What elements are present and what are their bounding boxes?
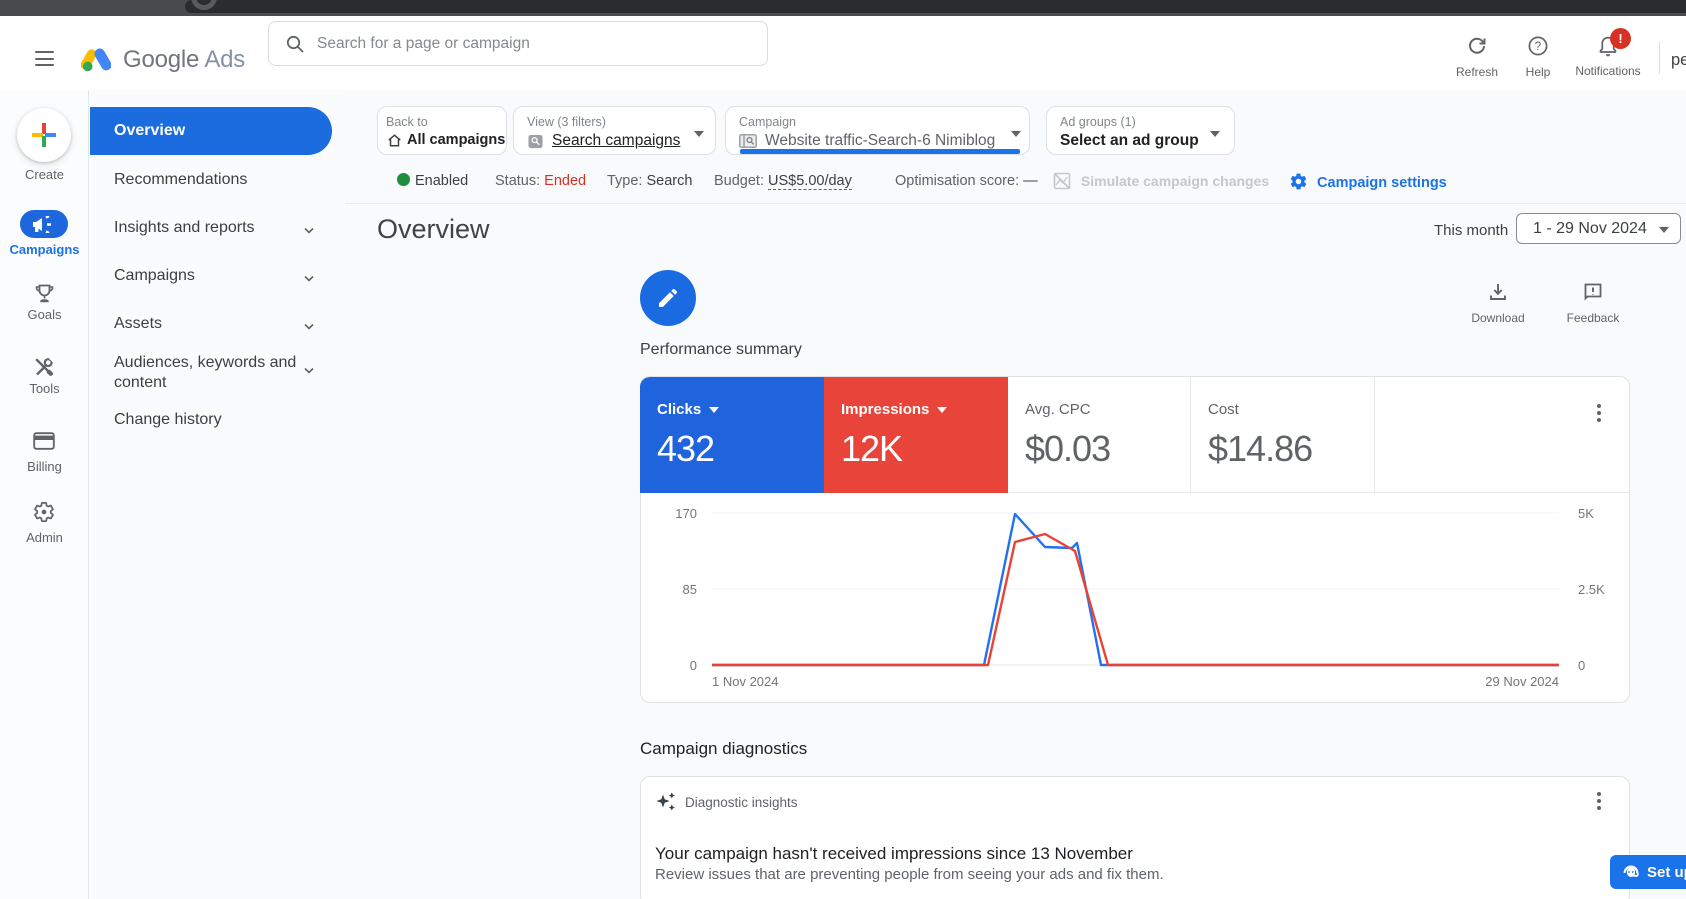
svg-text:0: 0 [690,658,697,673]
svg-text:29 Nov 2024: 29 Nov 2024 [1485,674,1559,689]
svg-text:1 Nov 2024: 1 Nov 2024 [712,674,779,689]
svg-text:?: ? [1535,41,1541,53]
svg-text:85: 85 [683,582,697,597]
svg-text:0: 0 [1578,658,1585,673]
svg-text:2.5K: 2.5K [1578,582,1605,597]
svg-text:5K: 5K [1578,506,1594,521]
svg-text:170: 170 [675,506,697,521]
